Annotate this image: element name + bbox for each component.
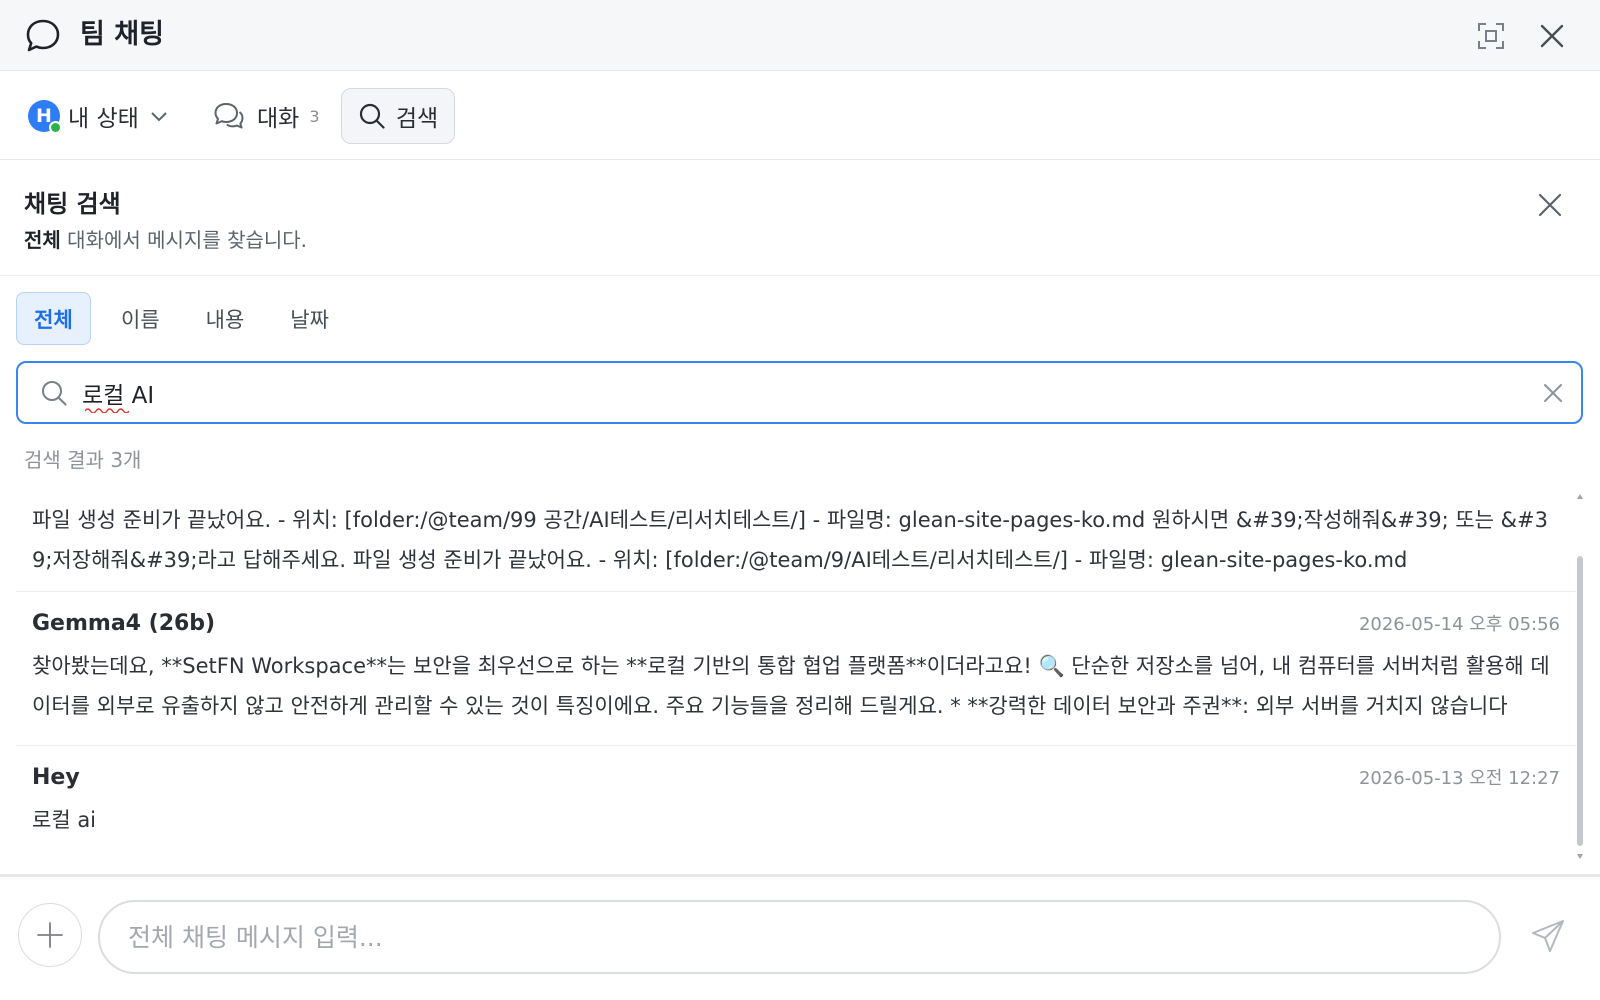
results-scrollbar[interactable] bbox=[1577, 494, 1583, 859]
online-status-dot bbox=[49, 121, 62, 134]
search-toggle-button[interactable]: 검색 bbox=[341, 88, 455, 144]
status-label: 내 상태 bbox=[68, 106, 139, 132]
close-icon bbox=[1540, 24, 1564, 48]
expand-button[interactable] bbox=[1473, 18, 1509, 54]
search-icon bbox=[42, 381, 67, 406]
tab-content[interactable]: 내용 bbox=[190, 292, 261, 345]
result-message-text: 로컬 ai bbox=[32, 808, 97, 832]
tab-name[interactable]: 이름 bbox=[105, 292, 176, 345]
result-sender-name: Hey bbox=[32, 765, 80, 790]
search-panel-close-button[interactable] bbox=[1532, 187, 1568, 223]
search-scope-label: 전체 bbox=[24, 228, 61, 252]
search-result-item[interactable]: Hey 2026-05-13 오전 12:27 로컬 ai bbox=[16, 746, 1576, 874]
search-input[interactable] bbox=[82, 373, 1482, 413]
tab-date[interactable]: 날짜 bbox=[274, 292, 345, 345]
avatar: H bbox=[28, 100, 62, 134]
search-panel-description: 대화에서 메시지를 찾습니다. bbox=[60, 228, 308, 252]
result-timestamp: 2026-05-14 오후 05:56 bbox=[1358, 614, 1560, 635]
expand-icon bbox=[1478, 23, 1504, 49]
chevron-down-icon bbox=[151, 112, 167, 122]
search-result-item[interactable]: 파일 생성 준비가 끝났어요. - 위치: [folder:/@team/99 … bbox=[16, 488, 1576, 592]
result-sender-name: Gemma4 (26b) bbox=[32, 611, 216, 636]
window-title: 팀 채팅 bbox=[80, 19, 164, 50]
tab-all[interactable]: 전체 bbox=[16, 292, 91, 345]
send-button[interactable] bbox=[1528, 916, 1568, 956]
conversations-icon bbox=[214, 103, 244, 129]
conversations-label: 대화 bbox=[257, 106, 300, 132]
message-composer bbox=[0, 874, 1600, 1000]
chat-bubble-icon bbox=[26, 19, 60, 52]
scroll-down-arrow[interactable] bbox=[1577, 854, 1583, 859]
scroll-up-arrow[interactable] bbox=[1577, 494, 1583, 499]
add-attachment-button[interactable] bbox=[18, 903, 82, 967]
search-result-count: 검색 결과 3개 bbox=[24, 448, 142, 472]
search-results-list: 파일 생성 준비가 끝났어요. - 위치: [folder:/@team/99 … bbox=[16, 488, 1576, 874]
search-icon bbox=[359, 103, 385, 129]
search-panel-header: 채팅 검색 전체 대화에서 메시지를 찾습니다. bbox=[0, 160, 1600, 276]
result-message-text: 파일 생성 준비가 끝났어요. - 위치: [folder:/@team/99 … bbox=[32, 508, 1548, 572]
clear-search-button[interactable] bbox=[1537, 377, 1569, 409]
scrollbar-thumb[interactable] bbox=[1577, 556, 1583, 846]
conversations-count-badge: 3 bbox=[309, 106, 320, 126]
close-icon bbox=[1544, 384, 1562, 402]
search-field bbox=[16, 361, 1583, 424]
title-bar: 팀 채팅 bbox=[0, 0, 1600, 71]
spellcheck-underline bbox=[85, 408, 129, 413]
send-icon bbox=[1532, 920, 1564, 952]
conversations-button[interactable]: 대화 3 bbox=[213, 96, 320, 136]
search-panel-title: 채팅 검색 bbox=[24, 190, 121, 218]
team-chat-window: 팀 채팅 H 내 상태 대화 3 검색 채팅 검색 전체 대화에서 메시지를 찾… bbox=[0, 0, 1600, 1000]
close-icon bbox=[1538, 193, 1562, 217]
search-filter-tabs: 전체 이름 내용 날짜 bbox=[16, 292, 359, 345]
search-result-item[interactable]: Gemma4 (26b) 2026-05-14 오후 05:56 찾아봤는데요,… bbox=[16, 592, 1576, 746]
search-panel-subtitle: 전체 대화에서 메시지를 찾습니다. bbox=[24, 224, 307, 253]
plus-icon bbox=[37, 922, 63, 948]
window-close-button[interactable] bbox=[1534, 18, 1570, 54]
toolbar: H 내 상태 대화 3 검색 bbox=[0, 71, 1600, 160]
result-timestamp: 2026-05-13 오전 12:27 bbox=[1358, 768, 1560, 789]
result-header: Hey 2026-05-13 오전 12:27 bbox=[32, 764, 1560, 800]
my-status-button[interactable]: H 내 상태 bbox=[28, 96, 169, 136]
message-input[interactable] bbox=[98, 900, 1501, 974]
result-header: Gemma4 (26b) 2026-05-14 오후 05:56 bbox=[32, 610, 1560, 646]
result-message-text: 찾아봤는데요, **SetFN Workspace**는 보안을 최우선으로 하… bbox=[32, 654, 1550, 718]
search-toggle-label: 검색 bbox=[395, 106, 439, 132]
